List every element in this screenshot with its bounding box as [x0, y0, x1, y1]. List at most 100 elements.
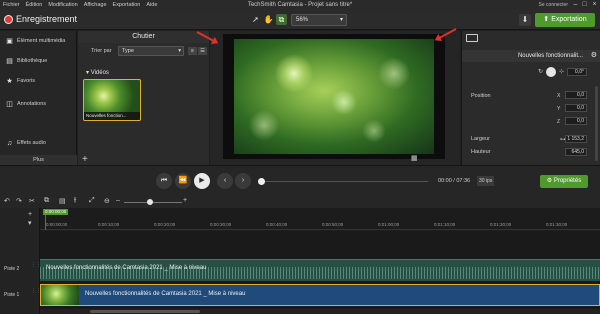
axis-x-label: X	[557, 93, 561, 99]
scrub-handle[interactable]	[258, 178, 265, 185]
record-button-label[interactable]: Enregistrement	[16, 14, 77, 24]
crop-icon[interactable]: ⧉	[276, 14, 287, 25]
grid-view-icon[interactable]: ▦	[411, 155, 419, 163]
scrub-bar[interactable]	[262, 181, 428, 182]
add-media-icon[interactable]: +	[82, 154, 88, 165]
copy-icon[interactable]: ⧉	[44, 197, 49, 205]
add-track-icon[interactable]: +	[28, 211, 32, 218]
annotation-icon: ◫	[6, 101, 13, 108]
chevron-down-icon: ▾	[339, 17, 343, 23]
menu-edit[interactable]: Édition	[23, 2, 46, 8]
rotation-dial[interactable]	[546, 67, 556, 77]
minus-icon[interactable]: –	[116, 197, 120, 204]
previous-frame-icon[interactable]: ‹	[217, 173, 233, 189]
video-clip[interactable]: Nouvelles fonctionnalités de Camtasia 20…	[40, 284, 600, 306]
canvas-stage[interactable]	[223, 34, 445, 159]
height-label: Hauteur	[471, 149, 491, 155]
gear-icon[interactable]: ⚙	[591, 50, 597, 62]
track-label-1: Piste 1	[4, 292, 20, 298]
plus-icon[interactable]: +	[183, 197, 187, 204]
minimize-icon[interactable]: –	[571, 0, 580, 10]
list-view-icon[interactable]: ≡	[188, 47, 197, 55]
ruler-tick: 0:00:40;00	[266, 222, 288, 227]
sidebar-item-annotations[interactable]: ◫ Annotations	[0, 96, 77, 112]
record-icon[interactable]	[4, 15, 13, 24]
next-frame-icon[interactable]: ›	[235, 173, 251, 189]
zoom-out-icon[interactable]: ⊖	[104, 197, 110, 205]
properties-scrollbar[interactable]	[595, 86, 598, 161]
properties-button[interactable]: ⚙ Propriétés	[540, 175, 588, 188]
track-headers: + ▾ Piste 2 ⋮⋮ Piste 1 ⋮⋮	[0, 208, 41, 314]
ruler-tick: 0:00:00;00	[46, 222, 68, 227]
height-field[interactable]: 645,0	[565, 148, 587, 156]
detail-view-icon[interactable]: ☰	[198, 47, 207, 55]
position-x-field[interactable]: 0,0	[565, 91, 587, 99]
sidebar-item-library[interactable]: ▤ Bibliothèque	[0, 53, 77, 69]
playhead-time[interactable]: 0:00:00;00	[43, 209, 69, 215]
select-pointer-icon[interactable]: ➚	[250, 14, 261, 25]
menu-file[interactable]: Fichier	[0, 2, 23, 8]
timeline-ruler[interactable]: 0:00:00;00 0:00:00;00 0:00:10;00 0:00:20…	[40, 208, 600, 230]
media-bin-panel: Chutier Trier par Type ▾ ≡ ☰ ▾ Vidéos No…	[78, 31, 209, 165]
timeline-zoom-handle[interactable]	[147, 199, 153, 205]
ruler-tick: 0:00:20;00	[154, 222, 176, 227]
video-clip-thumbnail	[41, 285, 79, 305]
step-back-icon[interactable]: ⏪	[175, 173, 191, 189]
sidebar-item-label: Annotations	[17, 101, 47, 107]
zoom-fit-icon[interactable]: ⤢	[89, 197, 95, 205]
ruler-tick: 0:00:50;00	[322, 222, 344, 227]
tools-sidebar: ▣ Élément multimédia ▤ Bibliothèque ★ Fa…	[0, 31, 77, 165]
sidebar-item-favorites[interactable]: ★ Favoris	[0, 73, 77, 89]
menu-view[interactable]: Affichage	[81, 2, 110, 8]
width-label: Largeur	[471, 136, 490, 142]
video-preview[interactable]	[234, 39, 434, 154]
position-z-field[interactable]: 0,0	[565, 117, 587, 125]
canvas-panel: ▦	[210, 31, 460, 165]
redo-icon[interactable]: ↷	[16, 197, 22, 205]
collapse-icon[interactable]: ▾	[28, 219, 32, 227]
timeline-scrollbar[interactable]	[40, 309, 600, 314]
sidebar-item-media[interactable]: ▣ Élément multimédia	[0, 33, 77, 49]
rotation-field[interactable]: 0,0°	[567, 68, 587, 76]
sort-by-select[interactable]: Type ▾	[118, 46, 184, 56]
sidebar-item-audio-effects[interactable]: ♫ Effets audio	[0, 135, 77, 151]
rewind-icon[interactable]: ⏮	[156, 173, 172, 189]
more-tools-button[interactable]: Plus	[0, 155, 77, 165]
menu-modify[interactable]: Modification	[45, 2, 80, 8]
media-thumbnail[interactable]: Nouvelles fonction...	[83, 79, 141, 121]
timecode-display: 00:00 / 07:36	[438, 178, 471, 184]
timeline-zoom-slider[interactable]	[124, 202, 182, 203]
position-label: Position	[471, 93, 491, 99]
axis-z-label: Z	[557, 119, 561, 125]
rotate-icon: ↻	[538, 69, 544, 75]
videos-group-label: Vidéos	[90, 70, 109, 76]
sort-by-label: Trier par	[91, 48, 112, 54]
canvas-zoom-select[interactable]: 56% ▾	[291, 14, 347, 26]
maximize-icon[interactable]: □	[580, 0, 589, 10]
track-label-2: Piste 2	[4, 266, 20, 272]
sign-in-link[interactable]: Se connecter	[539, 2, 568, 8]
paste-icon[interactable]: ▤	[59, 197, 66, 205]
pan-hand-icon[interactable]: ✋	[263, 14, 274, 25]
undo-icon[interactable]: ↶	[4, 197, 10, 205]
close-icon[interactable]: ×	[590, 0, 599, 10]
properties-button-label: Propriétés	[553, 178, 582, 184]
video-clip-title: Nouvelles fonctionnalités de Camtasia 20…	[85, 291, 246, 297]
cut-icon[interactable]: ✂	[29, 197, 35, 205]
menu-help[interactable]: Aide	[143, 2, 160, 8]
export-button[interactable]: ⬆ Exportation	[535, 13, 595, 27]
sidebar-item-label: Effets audio	[17, 140, 46, 146]
split-icon[interactable]: ⫲	[74, 197, 76, 205]
timeline-scroll-thumb[interactable]	[90, 310, 200, 313]
ruler-tick: 0:01:30;00	[546, 222, 568, 227]
width-field[interactable]: 1 153,2	[565, 135, 587, 143]
audio-clip-title: Nouvelles fonctionnalités de Camtasia 20…	[46, 265, 207, 271]
star-icon: ★	[6, 78, 13, 85]
position-y-field[interactable]: 0,0	[565, 104, 587, 112]
play-icon[interactable]: ▶	[194, 173, 210, 189]
download-icon[interactable]: ⬇	[519, 14, 531, 26]
audio-clip[interactable]: Nouvelles fonctionnalités de Camtasia 20…	[40, 259, 600, 281]
menu-export[interactable]: Exportation	[110, 2, 144, 8]
visual-properties-tab[interactable]	[466, 34, 478, 42]
videos-group-header[interactable]: ▾ Vidéos	[86, 69, 109, 76]
